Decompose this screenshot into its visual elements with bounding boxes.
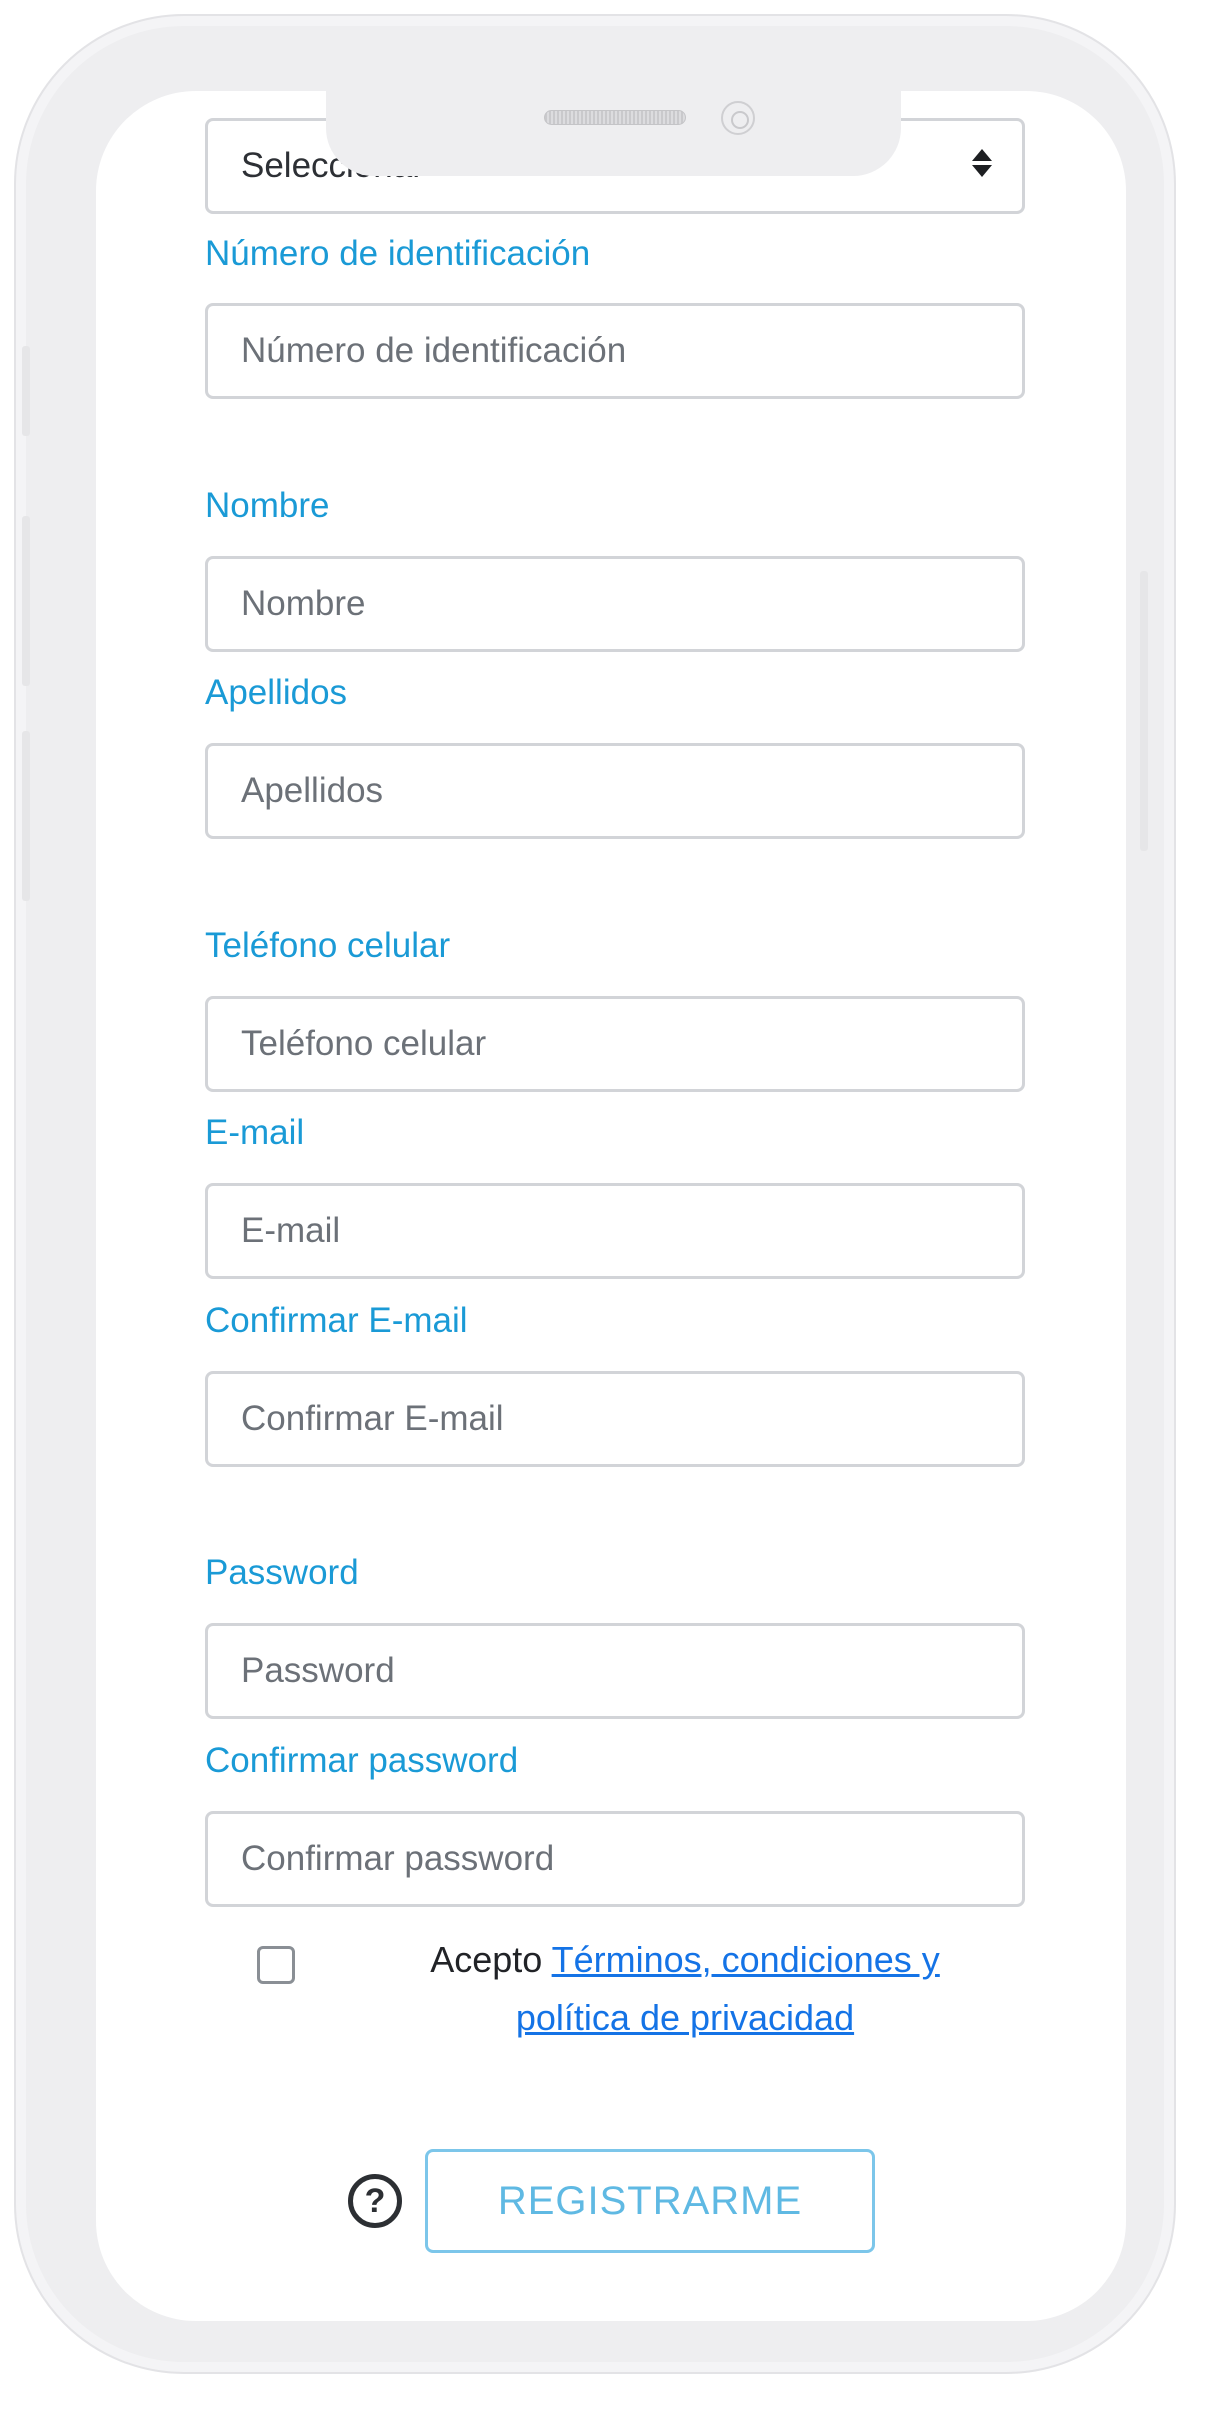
help-icon[interactable]: ? [348, 2174, 402, 2228]
first-name-label: Nombre [205, 486, 330, 525]
phone-input[interactable] [205, 996, 1025, 1092]
phone-label: Teléfono celular [205, 926, 451, 965]
id-number-input[interactable] [205, 303, 1025, 399]
id-number-label: Número de identificación [205, 234, 591, 273]
password-label: Password [205, 1553, 359, 1592]
mute-switch [22, 346, 30, 436]
password-input[interactable] [205, 1623, 1025, 1719]
phone-frame: Seleccionar Número de identificación Nom… [14, 14, 1176, 2374]
terms-text: Acepto Términos, condiciones y política d… [385, 1931, 985, 2047]
last-name-label: Apellidos [205, 673, 348, 712]
email-confirm-input[interactable] [205, 1371, 1025, 1467]
volume-up-button [22, 516, 30, 686]
volume-down-button [22, 731, 30, 901]
last-name-input[interactable] [205, 743, 1025, 839]
terms-link-line2: política de privacidad [515, 1997, 855, 2038]
speaker-grille-icon [544, 110, 686, 125]
password-confirm-label: Confirmar password [205, 1741, 519, 1780]
power-button [1140, 571, 1148, 851]
first-name-input[interactable] [205, 556, 1025, 652]
front-camera-icon [721, 101, 755, 135]
phone-screen: Seleccionar Número de identificación Nom… [96, 91, 1126, 2321]
email-input[interactable] [205, 1183, 1025, 1279]
terms-link[interactable]: Términos, condiciones y política de priva… [516, 1939, 940, 2038]
terms-row: Acepto Términos, condiciones y política d… [205, 1931, 1025, 2061]
email-confirm-label: Confirmar E-mail [205, 1301, 468, 1340]
password-confirm-input[interactable] [205, 1811, 1025, 1907]
register-button[interactable]: REGISTRARME [425, 2149, 875, 2253]
terms-prefix: Acepto [430, 1939, 543, 1980]
select-arrows-icon [972, 149, 992, 177]
terms-checkbox[interactable] [257, 1946, 295, 1984]
phone-notch [326, 91, 901, 176]
email-label: E-mail [205, 1113, 305, 1152]
terms-link-line1: Términos, condiciones y [551, 1939, 940, 1980]
